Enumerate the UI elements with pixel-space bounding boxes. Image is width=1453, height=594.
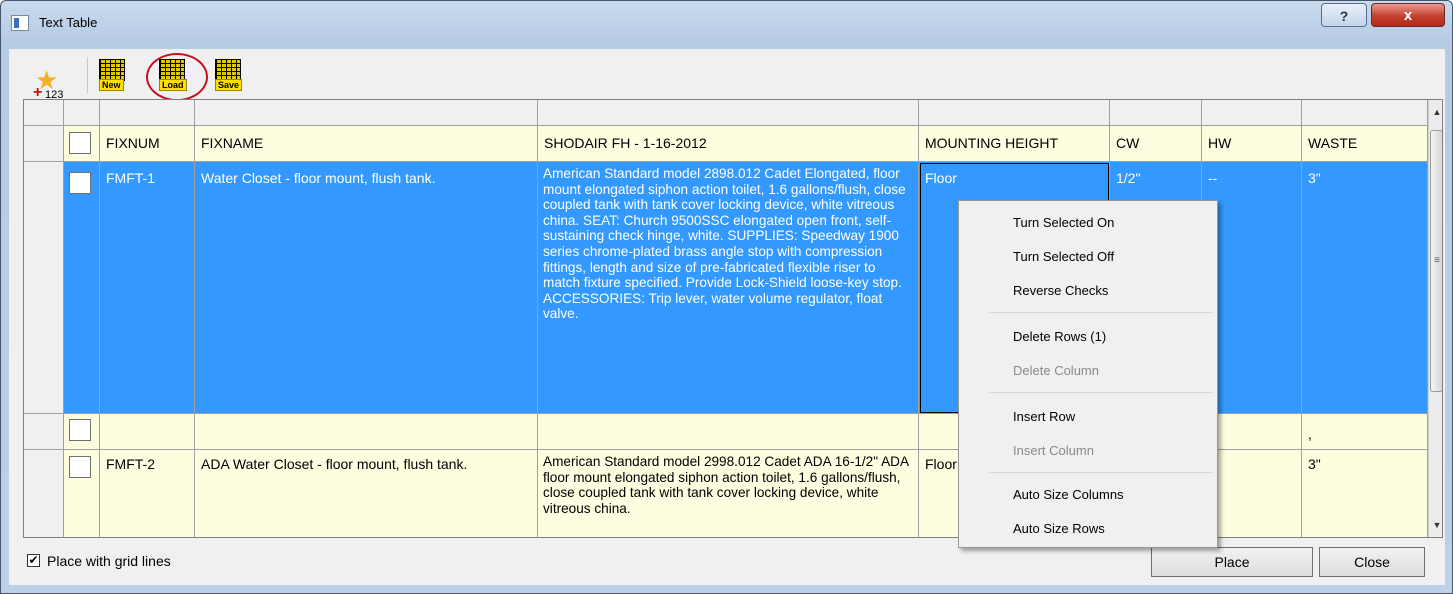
column-header-blank [100, 100, 195, 126]
window-title: Text Table [39, 15, 98, 30]
auto-number-button[interactable]: ★ + 123 [9, 57, 63, 101]
row-checkbox[interactable] [69, 456, 91, 478]
cell-fixname[interactable]: Water Closet - floor mount, flush tank. [195, 162, 538, 414]
column-header-blank [1110, 100, 1202, 126]
title-bar[interactable]: Text Table ? x [1, 1, 1452, 49]
menu-separator [989, 472, 1213, 473]
grid-lines-label[interactable]: Place with grid lines [47, 553, 171, 569]
cell-description[interactable] [538, 414, 919, 450]
grid-save-icon [215, 59, 241, 81]
column-header-waste[interactable]: WASTE [1302, 126, 1428, 162]
row-checkbox[interactable] [69, 172, 91, 194]
column-header-blank [1202, 100, 1302, 126]
cell-waste[interactable]: 3" [1302, 450, 1428, 537]
row-header[interactable] [24, 450, 64, 537]
vertical-scrollbar[interactable]: ▲ ≡ ▼ [1428, 100, 1442, 537]
cell-waste[interactable]: , [1302, 414, 1428, 450]
text-table-grid[interactable]: FIXNUM FIXNAME SHODAIR FH - 1-16-2012 MO… [23, 99, 1443, 538]
column-header-fixname[interactable]: FIXNAME [195, 126, 538, 162]
scroll-down-arrow-icon[interactable]: ▼ [1431, 519, 1442, 531]
text-table-window: Text Table ? x ★ + 123 New Load Save FIX… [0, 0, 1453, 594]
row-header [24, 126, 64, 162]
window-close-button[interactable]: x [1371, 3, 1445, 27]
dialog-footer: ✔ Place with grid lines Place Close [9, 541, 1445, 585]
column-header-mounting-height[interactable]: MOUNTING HEIGHT [919, 126, 1110, 162]
header-check-cell [64, 126, 100, 162]
menu-item-turn-selected-on[interactable]: Turn Selected On [1013, 213, 1114, 233]
column-header-hw[interactable]: HW [1202, 126, 1302, 162]
column-header-blank [64, 100, 100, 126]
close-button[interactable]: Close [1319, 547, 1425, 577]
highlight-circle [146, 53, 208, 101]
save-table-button[interactable]: Save [209, 57, 249, 93]
grip-icon: ≡ [1434, 255, 1440, 266]
grid-new-icon [99, 59, 125, 81]
scroll-thumb[interactable]: ≡ [1430, 130, 1442, 392]
row-header[interactable] [24, 414, 64, 450]
menu-item-delete-column: Delete Column [1013, 363, 1099, 378]
corner-cell [24, 100, 64, 126]
cell-fixname[interactable]: ADA Water Closet - floor mount, flush ta… [195, 450, 538, 537]
row-checkbox[interactable] [69, 419, 91, 441]
row-check-cell [64, 450, 100, 537]
cell-description[interactable]: American Standard model 2998.012 Cadet A… [538, 450, 919, 537]
cell-fixnum[interactable]: FMFT-1 [100, 162, 195, 414]
row-header[interactable] [24, 162, 64, 414]
menu-item-turn-selected-off[interactable]: Turn Selected Off [1013, 247, 1114, 267]
menu-item-insert-row[interactable]: Insert Row [1013, 407, 1075, 427]
menu-item-insert-column: Insert Column [1013, 443, 1094, 458]
column-header-blank [919, 100, 1110, 126]
column-header-fixnum[interactable]: FIXNUM [100, 126, 195, 162]
menu-separator [989, 312, 1213, 313]
new-label: New [99, 79, 124, 91]
toolbar: ★ + 123 New Load Save [9, 49, 1445, 101]
help-button[interactable]: ? [1321, 3, 1367, 27]
column-header-cw[interactable]: CW [1110, 126, 1202, 162]
cell-fixnum[interactable] [100, 414, 195, 450]
menu-item-reverse-checks[interactable]: Reverse Checks [1013, 281, 1108, 301]
row-check-cell [64, 162, 100, 414]
row-check-cell [64, 414, 100, 450]
save-label: Save [215, 79, 243, 91]
menu-item-auto-size-columns[interactable]: Auto Size Columns [1013, 485, 1124, 505]
app-icon [11, 15, 29, 31]
column-header-blank [1302, 100, 1428, 126]
column-header-blank [538, 100, 919, 126]
cell-description[interactable]: American Standard model 2898.012 Cadet E… [538, 162, 919, 414]
menu-item-delete-rows[interactable]: Delete Rows (1) [1013, 327, 1106, 347]
menu-separator [989, 392, 1213, 393]
select-all-checkbox[interactable] [69, 132, 91, 154]
cell-fixname[interactable] [195, 414, 538, 450]
context-menu: Turn Selected On Turn Selected Off Rever… [958, 200, 1218, 548]
cell-waste[interactable]: 3" [1302, 162, 1428, 414]
cell-fixnum[interactable]: FMFT-2 [100, 450, 195, 537]
column-header-blank [195, 100, 538, 126]
grid-lines-checkbox[interactable]: ✔ [27, 554, 40, 567]
column-header-description[interactable]: SHODAIR FH - 1-16-2012 [538, 126, 919, 162]
toolbar-separator [87, 57, 88, 93]
menu-item-auto-size-rows[interactable]: Auto Size Rows [1013, 519, 1105, 539]
dialog-client: ★ + 123 New Load Save FIXNUM FIXNAME SHO… [9, 49, 1445, 585]
new-table-button[interactable]: New [97, 57, 137, 93]
place-button[interactable]: Place [1151, 547, 1313, 577]
scroll-up-arrow-icon[interactable]: ▲ [1431, 106, 1442, 118]
